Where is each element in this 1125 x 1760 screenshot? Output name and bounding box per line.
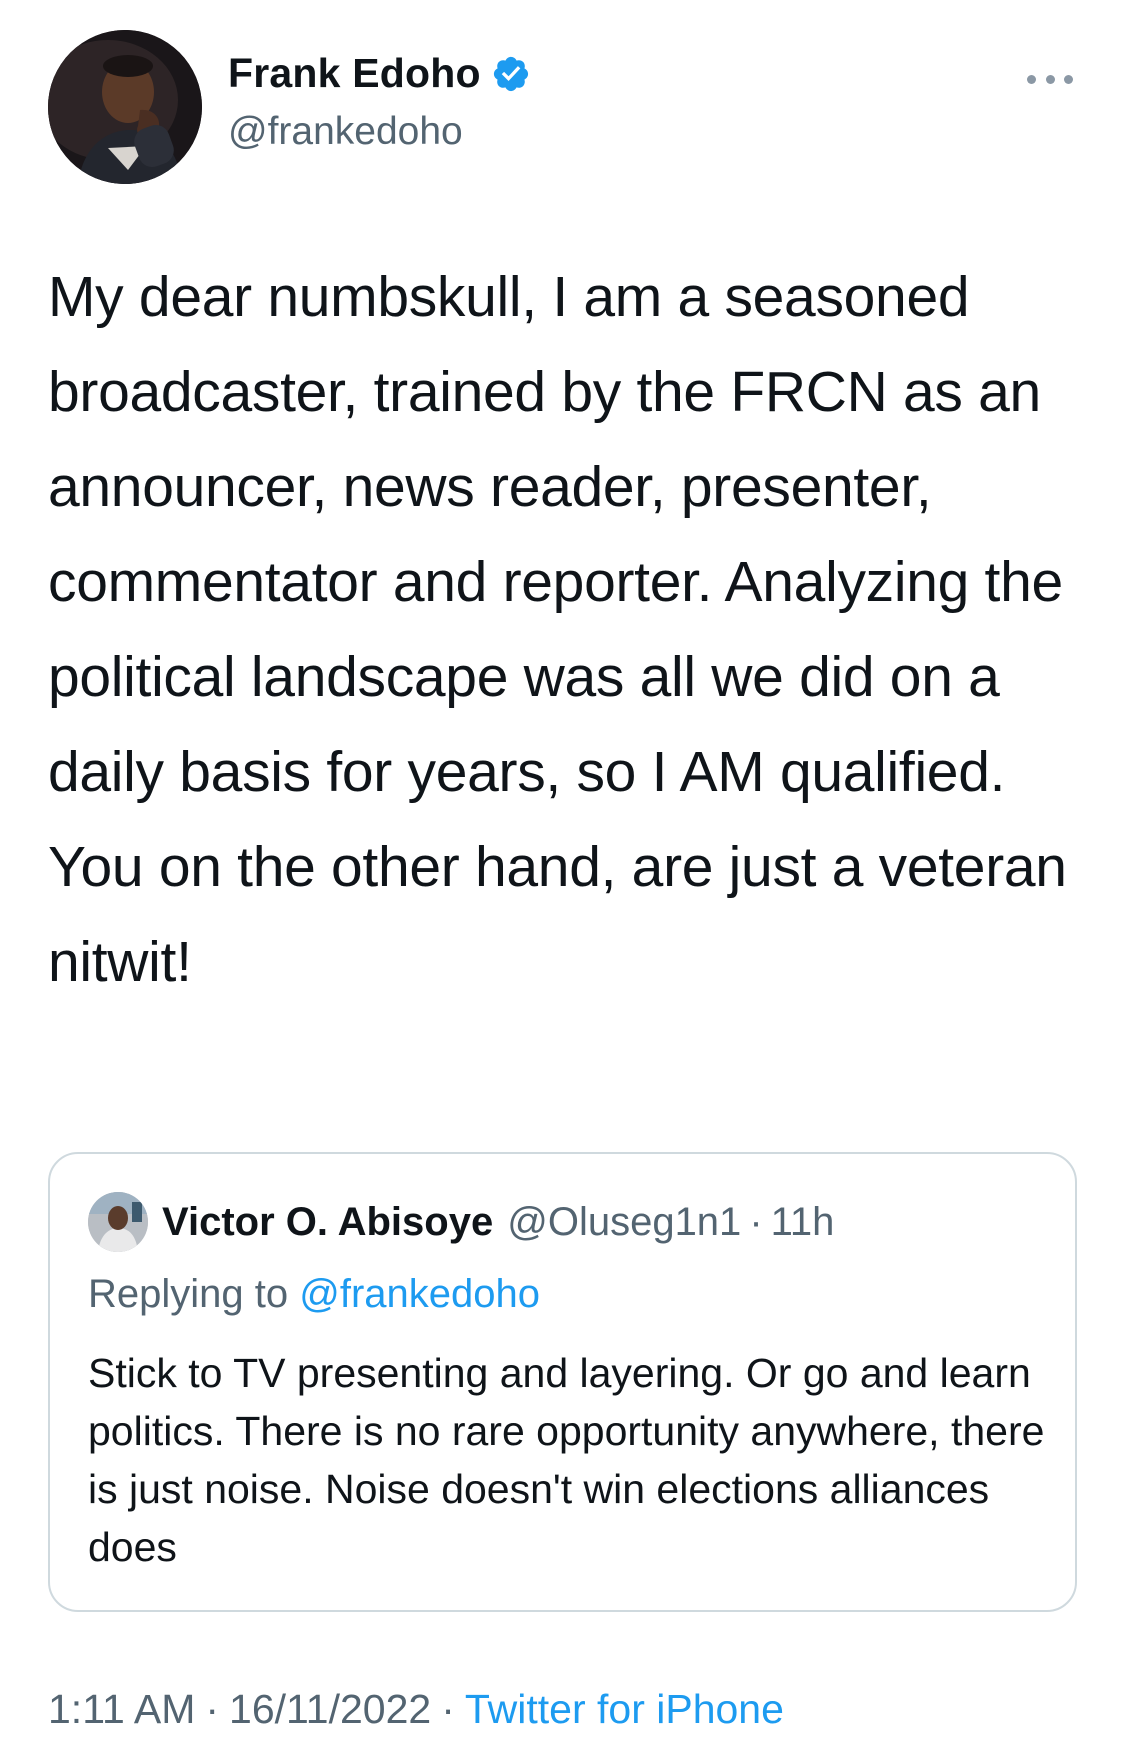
author-avatar[interactable] (48, 30, 202, 184)
author-handle[interactable]: @frankedoho (228, 110, 463, 154)
tweet-time[interactable]: 1:11 AM (48, 1686, 195, 1732)
replying-to-line: Replying to @frankedoho (88, 1272, 540, 1317)
author-name-row: Frank Edoho (228, 50, 531, 97)
separator-dot: · (441, 1686, 455, 1732)
replying-to-label: Replying to (88, 1272, 289, 1316)
tweet-date[interactable]: 16/11/2022 (229, 1686, 431, 1732)
replying-to-mention[interactable]: @frankedoho (299, 1272, 540, 1316)
tweet-metadata: 1:11 AM · 16/11/2022 · Twitter for iPhone (48, 1686, 784, 1733)
tweet-detail: Frank Edoho @frankedoho My dear numbskul… (0, 0, 1125, 1760)
quoted-tweet-header: Victor O. Abisoye @Oluseg1n1 · 11h (88, 1192, 834, 1252)
quoted-tweet-text: Stick to TV presenting and layering. Or … (88, 1350, 1045, 1570)
quoted-author-avatar (88, 1192, 148, 1252)
quoted-tweet-card[interactable]: Victor O. Abisoye @Oluseg1n1 · 11h Reply… (48, 1152, 1077, 1612)
tweet-text: My dear numbskull, I am a seasoned broad… (48, 265, 1083, 994)
separator-dot: · (205, 1686, 220, 1732)
tweet-source-link[interactable]: Twitter for iPhone (465, 1686, 784, 1732)
separator-dot: · (749, 1199, 763, 1244)
author-display-name[interactable]: Frank Edoho (228, 50, 481, 97)
verified-badge-icon (493, 56, 528, 91)
more-options-icon[interactable] (1027, 72, 1073, 86)
quoted-author-name: Victor O. Abisoye (162, 1199, 494, 1244)
profile-photo-icon (48, 30, 202, 184)
quoted-tweet-time: 11h (770, 1199, 835, 1244)
profile-photo-icon (88, 1192, 148, 1252)
quoted-author-handle: @Oluseg1n1 (507, 1199, 742, 1244)
